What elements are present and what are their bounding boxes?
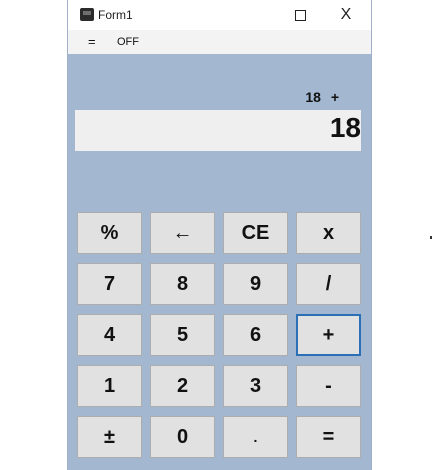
digit-3-button[interactable]: 3 <box>223 365 288 407</box>
negate-button[interactable]: ± <box>77 416 142 458</box>
display-value: 18 <box>329 112 361 143</box>
percent-button[interactable]: % <box>77 212 142 254</box>
maximize-button[interactable] <box>278 0 322 30</box>
digit-7-button[interactable]: 7 <box>77 263 142 305</box>
menu-bar: = OFF <box>68 30 371 54</box>
calculator-window: Form1 X = OFF 18 + 18 % ← CE x 7 8 9/ 4 5 6 +1 2 3- ±… <box>68 0 371 470</box>
decimal-button[interactable]: . <box>223 416 288 458</box>
digit-2-button[interactable]: 2 <box>150 365 215 407</box>
app-icon <box>80 8 94 21</box>
close-button[interactable]: X <box>324 0 368 30</box>
window-title: Form1 <box>98 8 133 22</box>
maximize-icon <box>294 9 306 21</box>
divide-button[interactable]: / <box>296 263 361 305</box>
off-menu-item[interactable]: OFF <box>117 36 139 48</box>
digit-0-button[interactable]: 0 <box>150 416 215 458</box>
digit-4-button[interactable]: 4 <box>77 314 142 356</box>
keypad: % ← CE x 7 8 9/ 4 5 6 +1 2 3- ±0. = <box>77 212 362 460</box>
title-bar[interactable]: Form1 X <box>68 0 371 30</box>
expression-display: 18 + <box>305 89 339 105</box>
multiply-button[interactable]: x <box>296 212 361 254</box>
digit-6-button[interactable]: 6 <box>223 314 288 356</box>
digit-9-button[interactable]: 9 <box>223 263 288 305</box>
add-button[interactable]: + <box>296 314 361 356</box>
close-icon: X <box>340 6 352 23</box>
subtract-button[interactable]: - <box>296 365 361 407</box>
backspace-button[interactable]: ← <box>150 212 215 254</box>
result-display: 18 <box>75 110 361 151</box>
clear-entry-button[interactable]: CE <box>223 212 288 254</box>
equals-button[interactable]: = <box>296 416 361 458</box>
stray-dot <box>430 236 432 239</box>
menu-icon[interactable]: = <box>88 35 96 48</box>
digit-1-button[interactable]: 1 <box>77 365 142 407</box>
digit-8-button[interactable]: 8 <box>150 263 215 305</box>
digit-5-button[interactable]: 5 <box>150 314 215 356</box>
